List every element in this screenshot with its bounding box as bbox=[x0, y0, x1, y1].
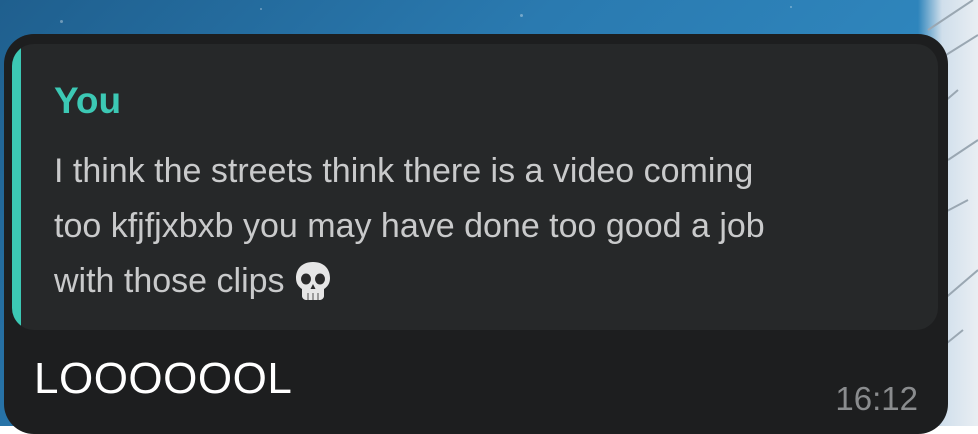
skull-icon bbox=[293, 260, 333, 319]
reply-accent-bar bbox=[12, 44, 21, 330]
reply-text-line-3: with those clips bbox=[54, 262, 285, 300]
reply-text: I think the streets think there is a vid… bbox=[54, 144, 924, 319]
reply-text-line-1: I think the streets think there is a vid… bbox=[54, 152, 754, 190]
reply-text-line-2: too kfjfjxbxb you may have done too good… bbox=[54, 207, 765, 245]
message-text: LOOOOOOL bbox=[34, 354, 293, 403]
reply-author: You bbox=[54, 80, 122, 121]
message-timestamp: 16:12 bbox=[835, 380, 918, 417]
reply-quote[interactable]: You I think the streets think there is a… bbox=[12, 44, 938, 330]
